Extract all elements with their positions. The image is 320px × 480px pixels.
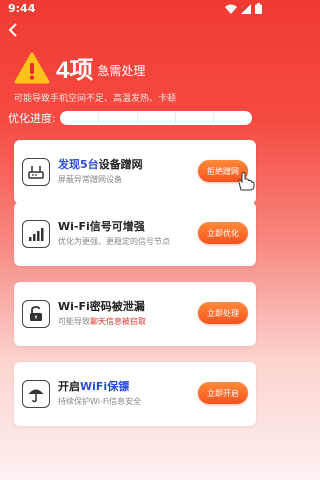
issue-summary: 4项 急需处理: [14, 50, 145, 85]
status-icons: [225, 3, 262, 14]
card-title: 发现5台设备蹭网: [58, 156, 143, 172]
umbrella-icon: [22, 380, 50, 408]
issue-count-label: 急需处理: [97, 64, 146, 78]
card-title: 开启WiFi保镖: [58, 378, 129, 394]
progress-bar: [59, 111, 252, 125]
card-description: 可能导致聊天信息被窃取: [58, 316, 146, 327]
card-title-text: 开启: [58, 380, 80, 393]
optimize-now-button[interactable]: 立即优化: [198, 222, 248, 244]
progress-segment-divider: [136, 113, 138, 123]
progress-segment-divider: [98, 113, 100, 123]
card-title-highlight: 发现5台: [58, 158, 99, 171]
progress-segment-divider: [213, 113, 215, 123]
unlocked-padlock-icon: [22, 300, 50, 328]
card-title: Wi-Fi信号可增强: [58, 220, 145, 233]
card-description: 屏蔽异常蹭网设备: [58, 175, 122, 184]
card-description: 优化为更强、更稳定的信号节点: [58, 237, 170, 246]
progress-label: 优化进度:: [8, 112, 56, 125]
card-description: 持续保护Wi-Fi信息安全: [58, 397, 142, 406]
enable-now-button[interactable]: 立即开启: [198, 382, 248, 404]
card-title-highlight: WiFi保镖: [80, 380, 130, 393]
card-signal-boost: Wi-Fi信号可增强 优化为更强、更稳定的信号节点 立即优化: [14, 202, 256, 266]
progress-segment-divider: [174, 113, 176, 123]
card-description-warning: 聊天信息被窃取: [90, 317, 146, 326]
wifi-status-icon: [225, 4, 237, 14]
cell-signal-icon: [241, 3, 251, 14]
battery-icon: [255, 3, 262, 14]
card-title: Wi-Fi密码被泄漏: [58, 300, 145, 313]
card-wifi-guard: 开启WiFi保镖 持续保护Wi-Fi信息安全 立即开启: [14, 362, 256, 426]
card-description-text: 可能导致: [58, 317, 90, 326]
signal-bars-icon: [22, 220, 50, 248]
issue-subtitle: 可能导致手机空间不足、高温发热、卡顿: [14, 94, 177, 104]
issue-count: 4项: [56, 57, 94, 84]
handle-now-button[interactable]: 立即处理: [198, 302, 248, 324]
back-icon[interactable]: [8, 22, 28, 42]
router-icon: [22, 158, 50, 186]
card-title-text: 设备蹭网: [98, 158, 143, 171]
optimization-progress: 优化进度:: [8, 110, 252, 126]
warning-icon: [14, 52, 50, 83]
card-password-leak: Wi-Fi密码被泄漏 可能导致聊天信息被窃取 立即处理: [14, 282, 256, 346]
status-bar: 9:44: [0, 0, 270, 18]
card-device-leeching: 发现5台设备蹭网 屏蔽异常蹭网设备 拒绝蹭网: [14, 140, 256, 204]
status-time: 9:44: [8, 2, 36, 15]
pointing-hand-icon: [238, 171, 255, 191]
